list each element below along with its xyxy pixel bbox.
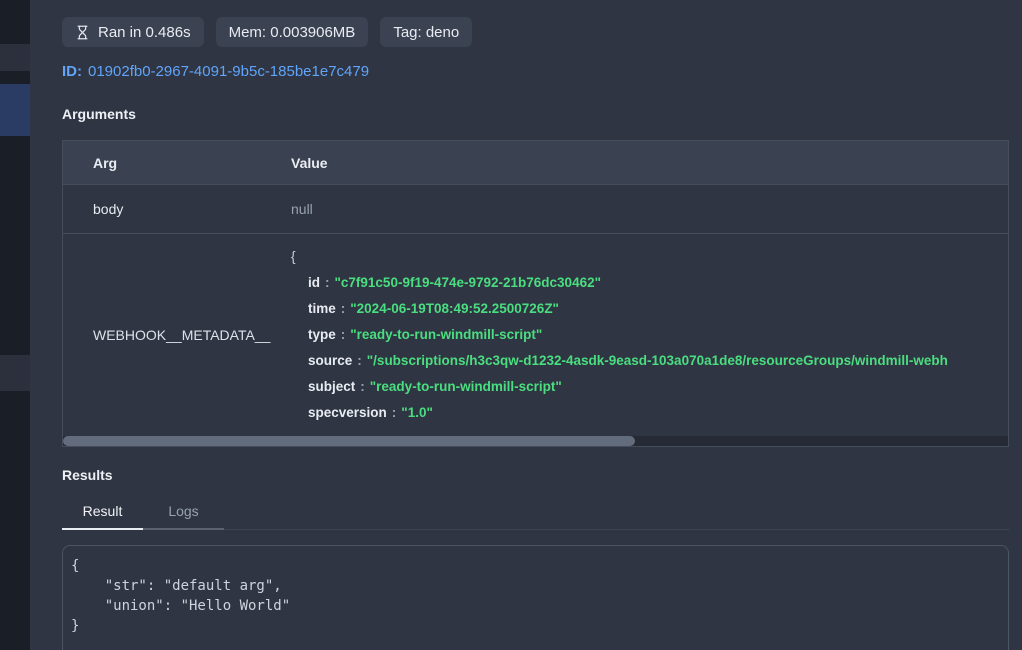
col-header-arg: Arg	[63, 155, 261, 171]
json-value: "c7f91c50-9f19-474e-9792-21b76dc30462"	[335, 275, 602, 290]
json-colon: :	[360, 379, 365, 394]
memory-label: Mem: 0.003906MB	[229, 24, 356, 41]
sidebar-item-active[interactable]	[0, 84, 30, 136]
runtime-badge: Ran in 0.486s	[62, 17, 204, 47]
arg-value-null: null	[261, 201, 1008, 217]
json-value: "ready-to-run-windmill-script"	[370, 379, 562, 394]
arguments-table-header: Arg Value	[63, 141, 1008, 184]
col-header-value: Value	[261, 155, 1008, 171]
sidebar	[0, 0, 30, 650]
results-heading: Results	[62, 467, 1009, 483]
json-value: "ready-to-run-windmill-script"	[350, 327, 542, 342]
tab-logs[interactable]: Logs	[143, 500, 224, 530]
arguments-heading: Arguments	[62, 106, 1009, 122]
json-key[interactable]: source	[308, 353, 352, 368]
arg-row-metadata: WEBHOOK__METADATA__ { id: "c7f91c50-9f19-…	[63, 233, 1008, 436]
job-id-line: ID: 01902fb0-2967-4091-9b5c-185be1e7c479	[62, 62, 1009, 82]
tag-label: Tag: deno	[393, 24, 459, 41]
code-line: {	[71, 556, 1000, 576]
job-run-panel: Ran in 0.486s Mem: 0.003906MB Tag: deno …	[30, 0, 1022, 650]
json-colon: :	[341, 301, 346, 316]
code-line: }	[71, 616, 1000, 636]
json-key[interactable]: id	[308, 275, 320, 290]
arg-row-body: body null	[63, 184, 1008, 233]
run-stats-row: Ran in 0.486s Mem: 0.003906MB Tag: deno	[62, 17, 1009, 47]
tag-badge: Tag: deno	[380, 17, 472, 47]
json-entries: id: "c7f91c50-9f19-474e-9792-21b76dc30462…	[291, 270, 1008, 426]
result-json-block: { "str": "default arg", "union": "Hello …	[62, 545, 1009, 650]
arg-name: body	[63, 201, 261, 217]
metadata-entry-time: time: "2024-06-19T08:49:52.2500726Z"	[308, 296, 1008, 322]
arg-name-label: WEBHOOK__METADATA__	[93, 327, 270, 343]
memory-badge: Mem: 0.003906MB	[216, 17, 369, 47]
code-line: "str": "default arg",	[71, 576, 1000, 596]
arg-value-object: { id: "c7f91c50-9f19-474e-9792-21b76dc304…	[261, 234, 1008, 436]
horizontal-scrollbar-thumb[interactable]	[63, 436, 635, 446]
json-value: "2024-06-19T08:49:52.2500726Z"	[350, 301, 559, 316]
json-key[interactable]: subject	[308, 379, 355, 394]
json-colon: :	[392, 405, 397, 420]
metadata-entry-source: source: "/subscriptions/h3c3qw-d1232-4asd…	[308, 348, 1008, 374]
metadata-entry-type: type: "ready-to-run-windmill-script"	[308, 322, 1008, 348]
metadata-entry-id: id: "c7f91c50-9f19-474e-9792-21b76dc30462…	[308, 270, 1008, 296]
json-colon: :	[325, 275, 330, 290]
code-line: "union": "Hello World"	[71, 596, 1000, 616]
json-key[interactable]: type	[308, 327, 336, 342]
job-id-value[interactable]: 01902fb0-2967-4091-9b5c-185be1e7c479	[88, 63, 369, 80]
json-value: "/subscriptions/h3c3qw-d1232-4asdk-9easd…	[367, 353, 948, 368]
json-open-brace[interactable]: {	[291, 244, 1008, 270]
json-value: "1.0"	[401, 405, 433, 420]
job-id-label: ID:	[62, 63, 82, 80]
runtime-label: Ran in 0.486s	[98, 24, 191, 41]
sidebar-item[interactable]	[0, 44, 30, 71]
metadata-entry-specversion: specversion: "1.0"	[308, 400, 1008, 426]
json-key[interactable]: specversion	[308, 405, 387, 420]
metadata-entry-subject: subject: "ready-to-run-windmill-script"	[308, 374, 1008, 400]
hourglass-icon	[75, 25, 90, 40]
arguments-table: Arg Value body null WEBHOOK__METADATA__ …	[62, 140, 1009, 447]
horizontal-scrollbar-track[interactable]	[63, 436, 1008, 446]
tab-result[interactable]: Result	[62, 500, 143, 530]
json-colon: :	[341, 327, 346, 342]
sidebar-item[interactable]	[0, 355, 30, 391]
results-tabs: Result Logs	[62, 500, 1009, 530]
arg-name: WEBHOOK__METADATA__	[63, 234, 261, 436]
json-key[interactable]: time	[308, 301, 336, 316]
json-colon: :	[357, 353, 362, 368]
